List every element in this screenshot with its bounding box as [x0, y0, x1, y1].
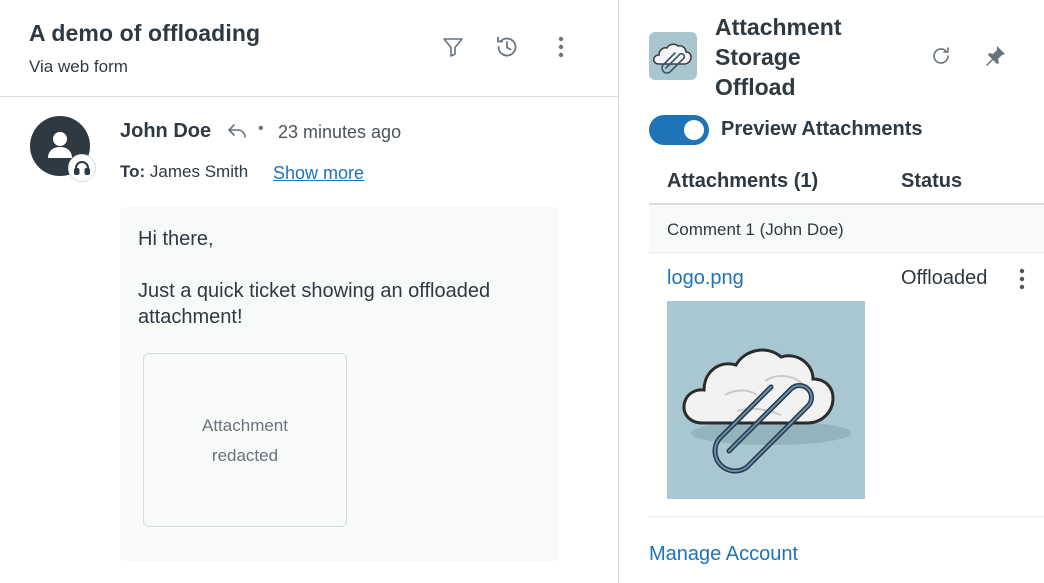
attachment-preview-image[interactable]	[667, 301, 865, 499]
comment-time: 23 minutes ago	[278, 122, 402, 142]
headset-icon	[68, 154, 96, 182]
ticket-channel: Via web form	[29, 57, 128, 76]
comment-text-line: attachment!	[138, 306, 243, 328]
redacted-attachment: Attachment redacted	[143, 353, 347, 527]
ticket-title: A demo of offloading	[29, 20, 261, 46]
group-label: Comment 1 (John Doe)	[667, 220, 844, 239]
ticket-pane: A demo of offloading Via web form John D…	[0, 0, 619, 583]
manage-account-link[interactable]: Manage Account	[649, 543, 798, 566]
to-label: To:	[120, 162, 146, 181]
toggle-knob	[684, 120, 704, 140]
app-title-line: Storage	[715, 44, 801, 70]
app-sidebar: Attachment Storage Offload Preview Attac…	[620, 0, 1044, 583]
comment-text-line: Just a quick ticket showing an offloaded	[138, 280, 491, 302]
show-more-link[interactable]: Show more	[273, 163, 364, 184]
column-header-attachments: Attachments (1)	[667, 170, 819, 192]
avatar	[30, 116, 96, 182]
column-header-status: Status	[901, 170, 963, 192]
ticket-header: A demo of offloading Via web form	[0, 0, 618, 97]
recipient-name: James Smith	[149, 162, 249, 181]
separator-dot: •	[258, 120, 264, 137]
app-title-line: Attachment	[715, 14, 842, 40]
reply-icon	[228, 124, 246, 138]
attachment-link[interactable]: logo.png	[667, 267, 744, 290]
app-title-line: Offload	[715, 74, 796, 100]
preview-toggle[interactable]	[649, 115, 709, 145]
pin-icon[interactable]	[981, 42, 1009, 70]
comment-author: John Doe	[120, 120, 212, 142]
attachment-status: Offloaded	[901, 267, 988, 289]
redacted-label: Attachment	[202, 416, 288, 435]
history-icon[interactable]	[494, 34, 520, 60]
app-title: Attachment Storage Offload	[715, 12, 885, 102]
redacted-label: redacted	[211, 446, 279, 465]
filter-icon[interactable]	[440, 34, 466, 60]
refresh-icon[interactable]	[927, 42, 955, 70]
table-group-row: Comment 1 (John Doe)	[649, 205, 1044, 253]
table-row-divider	[649, 516, 1044, 517]
comment-text-line: Hi there,	[138, 228, 214, 250]
more-vertical-icon[interactable]	[548, 34, 574, 60]
recipient-line: To: James Smith	[120, 162, 248, 182]
comment-body: Hi there, Just a quick ticket showing an…	[120, 207, 559, 561]
app-logo	[649, 32, 697, 80]
preview-toggle-label: Preview Attachments	[721, 118, 923, 140]
row-more-icon[interactable]	[1012, 265, 1032, 293]
